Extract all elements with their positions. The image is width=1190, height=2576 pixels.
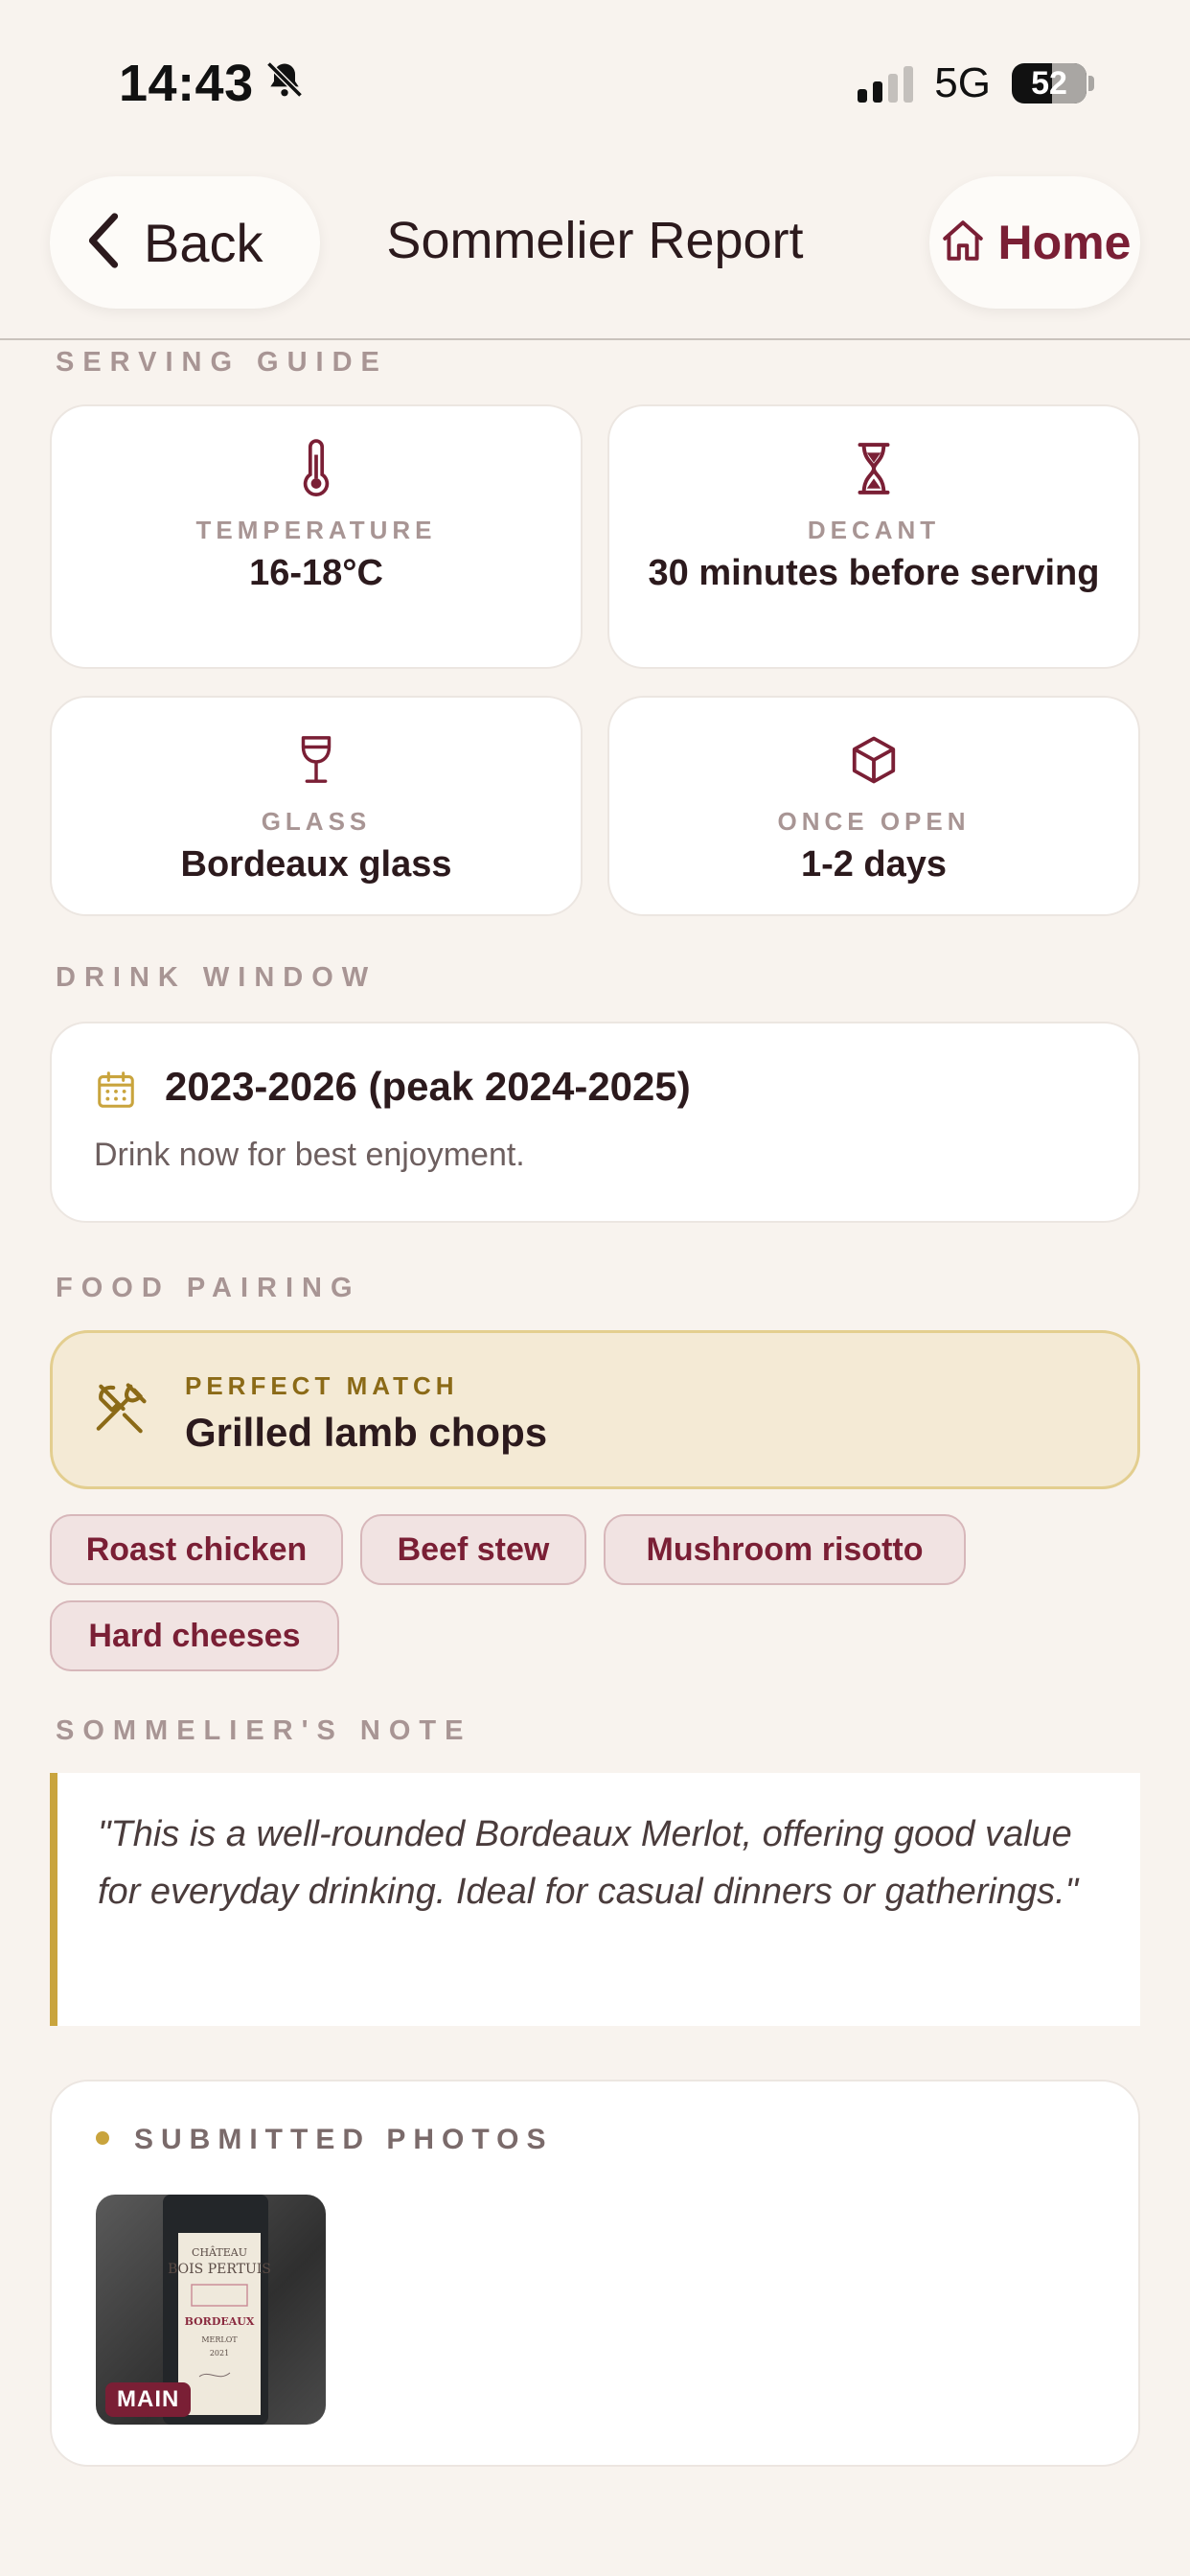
status-time-text: 14:43	[119, 55, 254, 112]
perfect-match-caption: PERFECT MATCH	[185, 1371, 459, 1400]
status-bar: 14:43 5G 52	[0, 0, 1190, 172]
serving-card-decant: DECANT 30 minutes before serving	[607, 404, 1140, 669]
decant-caption: DECANT	[807, 516, 941, 544]
drink-window-range: 2023-2026 (peak 2024-2025)	[165, 1064, 691, 1109]
pairing-chip-hard-cheeses[interactable]: Hard cheeses	[50, 1600, 339, 1671]
status-time: 14:43	[119, 54, 306, 113]
cellular-signal-icon	[858, 64, 914, 103]
home-button-label: Home	[997, 216, 1132, 269]
bottle-label-line-2: BOIS PERTUIS	[168, 2262, 271, 2277]
network-type: 5G	[934, 59, 991, 106]
serving-card-glass: GLASS Bordeaux glass	[50, 696, 583, 916]
bottle-label-line-4: MERLOT	[201, 2335, 238, 2344]
decant-value: 30 minutes before serving	[648, 553, 1100, 593]
calendar-icon	[94, 1068, 138, 1116]
status-indicators: 5G 52	[858, 59, 1094, 107]
bottle-label-line-1: CHÂTEAU	[192, 2245, 247, 2259]
temperature-caption: TEMPERATURE	[195, 516, 437, 544]
submitted-photos-card: SUBMITTED PHOTOS CHÂTEAU BOIS PERTUIS BO…	[50, 2080, 1140, 2467]
home-icon	[939, 217, 987, 269]
once-open-caption: ONCE OPEN	[777, 807, 971, 836]
drink-window-card: 2023-2026 (peak 2024-2025) Drink now for…	[50, 1022, 1140, 1223]
battery-percent: 52	[1031, 64, 1067, 102]
home-button[interactable]: Home	[929, 176, 1140, 309]
serving-card-once-open: ONCE OPEN 1-2 days	[607, 696, 1140, 916]
hourglass-icon	[854, 439, 894, 498]
pairing-chip-beef-stew[interactable]: Beef stew	[360, 1514, 586, 1585]
battery-icon: 52	[1012, 63, 1094, 104]
pairing-chip-roast-chicken[interactable]: Roast chicken	[50, 1514, 343, 1585]
nav-header: Back Sommelier Report Home	[0, 172, 1190, 340]
sommelier-note-text: "This is a well-rounded Bordeaux Merlot,…	[98, 1814, 1079, 1912]
photo-thumbnail[interactable]: CHÂTEAU BOIS PERTUIS BORDEAUX MERLOT 202…	[96, 2195, 326, 2425]
utensils-crossed-icon	[91, 1379, 150, 1443]
sommelier-note-card: "This is a well-rounded Bordeaux Merlot,…	[50, 1773, 1140, 2026]
bell-slash-icon	[263, 54, 306, 113]
wine-glass-icon	[295, 730, 337, 790]
sommelier-note-heading: SOMMELIER'S NOTE	[56, 1715, 472, 1746]
glass-value: Bordeaux glass	[180, 844, 452, 885]
main-photo-badge: MAIN	[105, 2382, 192, 2417]
once-open-value: 1-2 days	[800, 844, 948, 885]
box-icon	[848, 730, 900, 790]
section-dot-icon	[96, 2131, 109, 2145]
drink-window-advice: Drink now for best enjoyment.	[94, 1137, 525, 1173]
bottle-label-line-5: 2021	[210, 2349, 229, 2358]
drink-window-heading: DRINK WINDOW	[56, 962, 378, 993]
submitted-photos-heading: SUBMITTED PHOTOS	[134, 2124, 554, 2155]
food-pairing-heading: FOOD PAIRING	[56, 1273, 361, 1303]
serving-guide-heading: SERVING GUIDE	[56, 347, 388, 378]
perfect-match-card: PERFECT MATCH Grilled lamb chops	[50, 1330, 1140, 1489]
pairing-chip-mushroom-risotto[interactable]: Mushroom risotto	[604, 1514, 966, 1585]
perfect-match-value: Grilled lamb chops	[185, 1410, 548, 1455]
serving-card-temperature: TEMPERATURE 16-18°C	[50, 404, 583, 669]
bottle-label-line-3: BORDEAUX	[185, 2315, 255, 2328]
glass-caption: GLASS	[261, 807, 372, 836]
temperature-value: 16-18°C	[249, 553, 383, 593]
thermometer-icon	[300, 439, 332, 498]
